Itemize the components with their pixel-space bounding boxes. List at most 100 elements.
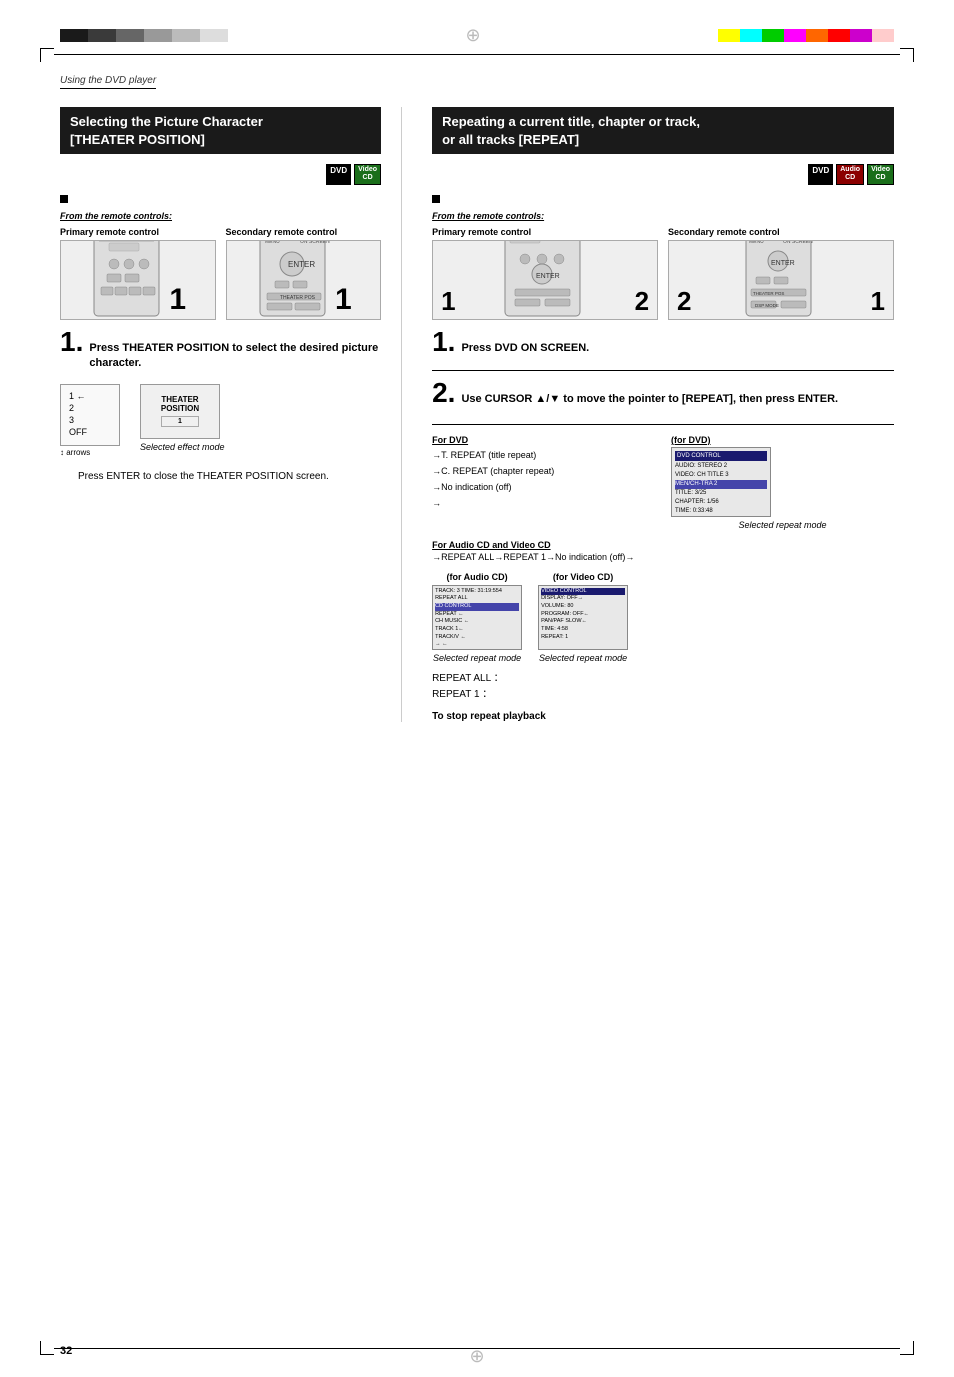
right-step1-number: 1. [432, 328, 455, 356]
dvd-selected-repeat-caption: Selected repeat mode [671, 520, 894, 530]
dvd-flow-3: →No indication (off) [432, 479, 655, 495]
bar-5 [172, 29, 200, 42]
effect-screen: THEATER POSITION 1 [140, 384, 220, 439]
dvd-screen-content: AUDIO: STEREO 2 VIDEO: CH TITLE 3 MEN/CH… [675, 462, 767, 517]
right-section-title: Repeating a current title, chapter or tr… [432, 107, 894, 154]
dvd-repeat-flow: →T. REPEAT (title repeat) →C. REPEAT (ch… [432, 447, 655, 512]
left-title-line1: Selecting the Picture Character [70, 114, 263, 129]
video-cd-screen: VIDEO CONTROL DISPLAY: OFF→ VOLUME: 80 P… [538, 585, 628, 650]
cd-repeat-section: For Audio CD and Video CD →REPEAT ALL→RE… [432, 540, 894, 663]
repeat-labels: REPEAT ALL ： REPEAT 1 ： [432, 671, 894, 703]
dvd-repeat-section: For DVD →T. REPEAT (title repeat) →C. RE… [432, 435, 894, 530]
svg-text:THEATER POS: THEATER POS [753, 291, 784, 296]
secondary-remote-svg-left: MENU ON SCREEN ENTER THEATER POS [255, 240, 335, 319]
right-title-line1: Repeating a current title, chapter or tr… [442, 114, 700, 129]
left-secondary-label: Secondary remote control [226, 227, 382, 237]
repeat-1-label: REPEAT 1 ： [432, 687, 894, 703]
left-title-line2: [THEATER POSITION] [70, 132, 205, 147]
right-remote-num-br: 1 [871, 286, 885, 317]
page-number: 32 [60, 1345, 72, 1357]
left-badge-row: DVD VideoCD [60, 164, 381, 185]
right-step2: 2. Use CURSOR ▲/▼ to move the pointer to… [432, 379, 894, 407]
video-cd-caption: Selected repeat mode [539, 653, 627, 663]
bar-r6 [828, 29, 850, 42]
svg-text:ON SCREEN: ON SCREEN [300, 240, 330, 245]
section-label: Using the DVD player [60, 75, 156, 89]
color-bars-right [718, 29, 894, 42]
effect-caption: Selected effect mode [140, 442, 225, 452]
step1-text: Press THEATER POSITION to select the des… [89, 341, 381, 372]
bar-r8 [872, 29, 894, 42]
audio-cd-screen: TRACK: 3 TIME: 31:19:554 REPEAT ALL CD C… [432, 585, 522, 650]
from-remote-label-left: From the remote controls: [60, 211, 381, 221]
right-column: Repeating a current title, chapter or tr… [422, 107, 894, 722]
left-secondary-remote: Secondary remote control MENU ON SCREEN … [226, 227, 382, 320]
for-dvd-label: For DVD [432, 435, 655, 445]
right-badge-row: DVD AudioCD VideoCD [432, 164, 894, 185]
left-primary-remote-img: 1 [60, 240, 216, 320]
crosshair-bottom: ⊕ [469, 1346, 484, 1367]
left-bullet [60, 193, 381, 205]
audio-cd-screen-content: TRACK: 3 TIME: 31:19:554 REPEAT ALL CD C… [435, 588, 519, 650]
crosshair-top: ⊕ [465, 25, 480, 46]
effect-item-2: 2 [69, 403, 111, 413]
left-remotes-row: Primary remote control [60, 227, 381, 320]
right-remote-num-tr: 2 [635, 286, 649, 317]
right-primary-label: Primary remote control [432, 227, 658, 237]
right-remotes-row: Primary remote control ENTER [432, 227, 894, 320]
svg-text:ENTER: ENTER [536, 273, 560, 280]
dvd-badge: DVD [326, 164, 351, 185]
audiocd-badge: AudioCD [836, 164, 864, 185]
corner-decoration-br [900, 1341, 914, 1355]
bar-r1 [718, 29, 740, 42]
dvd-control-header: DVD CONTROL [675, 451, 767, 461]
from-remote-label-right: From the remote controls: [432, 211, 894, 221]
effect-arrows: ↕ arrows [60, 448, 120, 457]
corner-decoration-bl [40, 1341, 54, 1355]
bar-r5 [806, 29, 828, 42]
left-remote-number-right: 1 [335, 283, 352, 319]
svg-text:MENU: MENU [749, 240, 764, 245]
dvd-badge-right: DVD [808, 164, 833, 185]
audio-cd-paren: (for Audio CD) [447, 572, 508, 582]
bar-3 [116, 29, 144, 42]
right-step1: 1. Press DVD ON SCREEN. [432, 328, 894, 356]
dvd-flow-1: →T. REPEAT (title repeat) [432, 447, 655, 463]
right-secondary-svg: MENU ON SCREEN ENTER THEATER POS DSP MOD… [741, 240, 821, 319]
right-step2-block: 2. Use CURSOR ▲/▼ to move the pointer to… [432, 379, 894, 424]
for-audio-cd-label: For Audio CD and Video CD [432, 540, 894, 550]
to-stop-label: To stop repeat playback [432, 711, 894, 722]
two-column-layout: Selecting the Picture Character [THEATER… [60, 107, 894, 722]
repeat-all-label: REPEAT ALL ： [432, 671, 894, 687]
bar-r4 [784, 29, 806, 42]
right-bullet [432, 193, 894, 205]
effect-list-block: 1 ← 2 3 OFF ↕ arrows [60, 384, 120, 457]
step1-number: 1. [60, 328, 83, 356]
left-remote-number-left: 1 [169, 283, 186, 319]
right-step1-block: 1. Press DVD ON SCREEN. [432, 328, 894, 371]
left-primary-remote: Primary remote control [60, 227, 216, 320]
bar-r3 [762, 29, 784, 42]
right-step2-number: 2. [432, 379, 455, 407]
bar-r2 [740, 29, 762, 42]
effect-item-3: 3 [69, 415, 111, 425]
audio-cd-caption: Selected repeat mode [433, 653, 521, 663]
square-bullet-icon [60, 195, 68, 203]
bar-4 [144, 29, 172, 42]
dvd-repeat-left: For DVD →T. REPEAT (title repeat) →C. RE… [432, 435, 655, 530]
svg-text:MENU: MENU [265, 240, 280, 245]
right-remote-num-bl: 2 [677, 286, 691, 317]
square-bullet-icon-right [432, 195, 440, 203]
effect-diagram: 1 ← 2 3 OFF ↕ arrows THEATER POSITION [60, 384, 381, 457]
svg-text:ON SCREEN: ON SCREEN [783, 240, 813, 245]
svg-text:ENTER: ENTER [288, 260, 315, 269]
effect-screen-label: THEATER POSITION 1 [161, 395, 199, 427]
color-bars-left [60, 29, 228, 42]
dvd-screen-mockup: DVD CONTROL AUDIO: STEREO 2 VIDEO: CH TI… [671, 447, 771, 517]
top-bar: ⊕ [0, 26, 954, 44]
videocd-badge-right: VideoCD [867, 164, 894, 185]
dvd-flow-2: →C. REPEAT (chapter repeat) [432, 463, 655, 479]
bar-2 [88, 29, 116, 42]
left-secondary-remote-img: MENU ON SCREEN ENTER THEATER POS 1 [226, 240, 382, 320]
right-primary-remote: Primary remote control ENTER [432, 227, 658, 320]
